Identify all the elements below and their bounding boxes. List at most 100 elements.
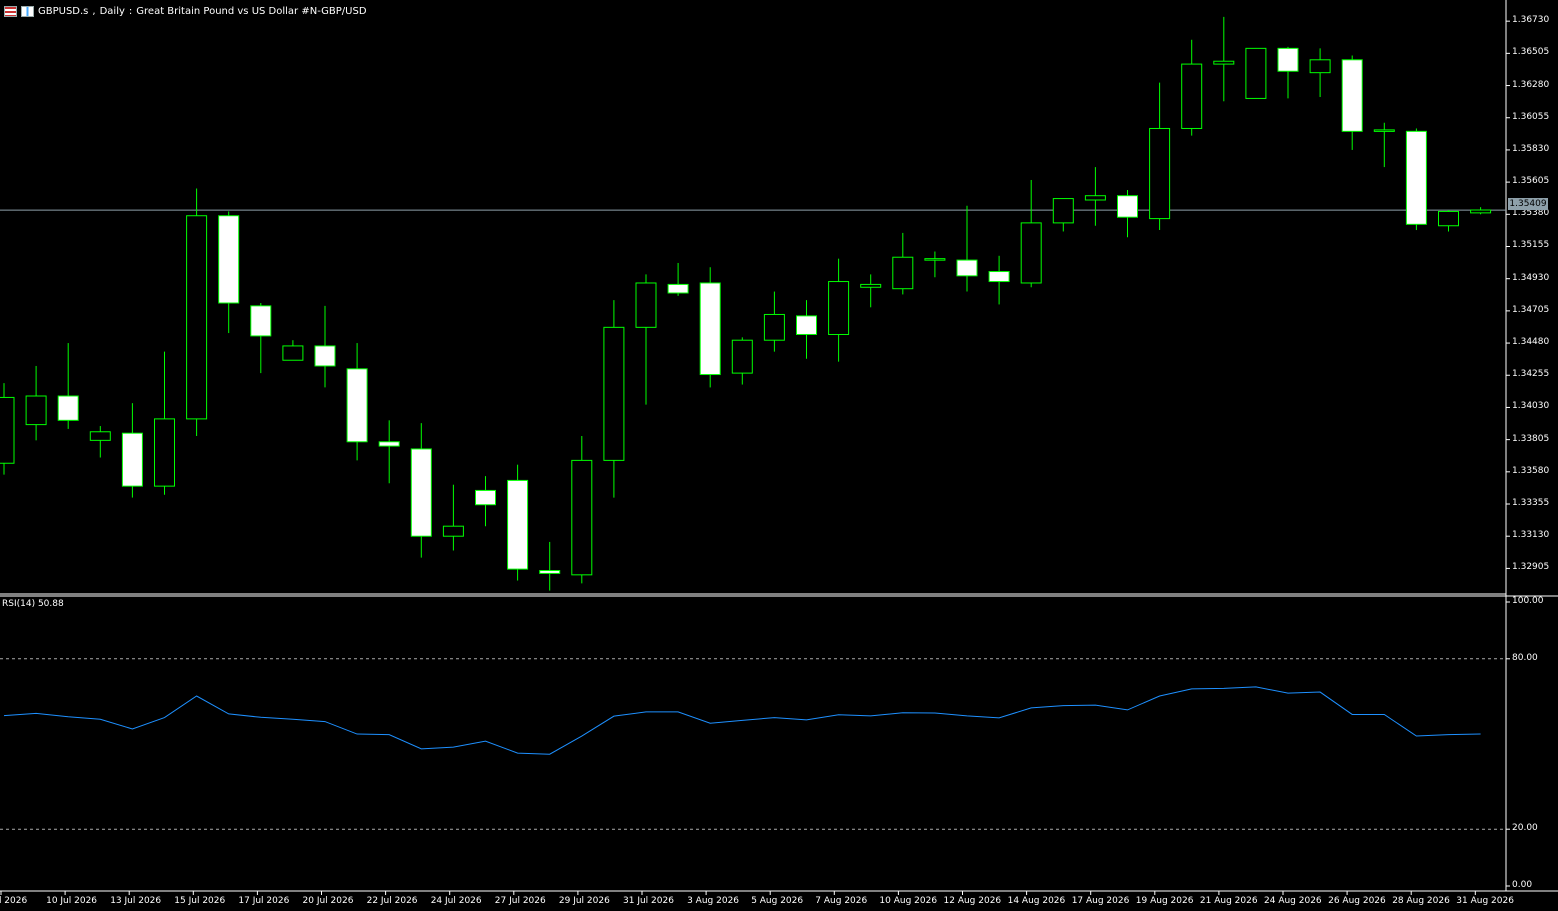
bear-candle xyxy=(988,271,1010,283)
date-tick-label: 10 Aug 2026 xyxy=(879,896,938,906)
menu-icon[interactable] xyxy=(4,5,17,17)
bull-candle xyxy=(1052,198,1074,224)
date-tick-label: 26 Aug 2026 xyxy=(1328,896,1386,906)
bull-candle xyxy=(282,345,304,361)
rsi-tick-label: 100.00 xyxy=(1512,596,1544,606)
bull-candle xyxy=(1149,127,1171,220)
rsi-tick-label: 80.00 xyxy=(1512,652,1538,663)
bear-candle xyxy=(1117,195,1138,218)
price-tick-label: 1.36505 xyxy=(1512,47,1550,58)
price-tick-label: 1.35830 xyxy=(1512,143,1550,154)
bear-candle xyxy=(314,345,336,367)
bear-candle xyxy=(1277,47,1299,72)
bear-candle xyxy=(507,479,529,570)
price-tick-label: 1.33580 xyxy=(1512,465,1550,476)
bull-candle xyxy=(154,418,175,487)
date-tick-label: 22 Jul 2026 xyxy=(366,896,418,906)
price-tick-label: 1.34930 xyxy=(1512,272,1550,283)
timeframe-label: Daily xyxy=(99,5,125,17)
bull-candle xyxy=(1438,210,1459,227)
bear-candle xyxy=(218,215,240,304)
bear-candle xyxy=(378,441,400,447)
bull-candle xyxy=(603,326,625,461)
date-tick-label: 7 Aug 2026 xyxy=(815,896,868,906)
bear-candle xyxy=(699,282,721,376)
price-tick-label: 1.33130 xyxy=(1512,530,1550,541)
date-tick-label: 19 Aug 2026 xyxy=(1135,896,1194,906)
date-tick-label: 14 Aug 2026 xyxy=(1007,896,1066,906)
date-tick-label: 3 Aug 2026 xyxy=(687,896,740,906)
bull-candle xyxy=(0,396,15,464)
price-tick-label: 1.34480 xyxy=(1512,337,1550,348)
price-tick-label: 1.33355 xyxy=(1512,498,1550,508)
price-tick-label: 1.35605 xyxy=(1512,176,1550,187)
date-tick-label: 27 Jul 2026 xyxy=(494,896,546,906)
bull-candle xyxy=(1309,59,1331,74)
bull-candle xyxy=(89,431,111,441)
bear-candle xyxy=(250,305,272,337)
date-tick-label: 8 Jul 2026 xyxy=(0,896,28,906)
rsi-indicator-label: RSI(14) 50.88 xyxy=(2,599,64,609)
bull-candle xyxy=(635,282,657,328)
rsi-tick-label: 20.00 xyxy=(1512,823,1538,834)
chart-title-bar: GBPUSD.s, Daily: Great Britain Pound vs … xyxy=(4,3,367,19)
price-tick-label: 1.36055 xyxy=(1512,111,1550,122)
bear-candle xyxy=(410,448,432,537)
date-tick-label: 15 Jul 2026 xyxy=(174,896,226,906)
bear-candle xyxy=(475,489,496,506)
price-tick-label: 1.33805 xyxy=(1512,433,1550,444)
bear-candle xyxy=(796,315,817,335)
date-tick-label: 5 Aug 2026 xyxy=(751,896,804,906)
date-tick-label: 31 Jul 2026 xyxy=(623,896,674,906)
bull-candle xyxy=(924,258,946,261)
bear-candle xyxy=(121,432,143,487)
bear-candle xyxy=(346,368,368,443)
date-tick-label: 13 Jul 2026 xyxy=(110,896,162,906)
bull-candle xyxy=(763,313,785,341)
symbol-description: Great Britain Pound vs US Dollar #N-GBP/… xyxy=(136,5,367,17)
date-tick-label: 12 Aug 2026 xyxy=(943,896,1002,906)
bull-candle xyxy=(442,525,464,537)
bull-candle xyxy=(571,459,593,576)
bull-candle xyxy=(892,256,914,290)
bull-candle xyxy=(1181,63,1203,129)
date-tick-label: 29 Jul 2026 xyxy=(558,896,610,906)
price-tick-label: 1.36730 xyxy=(1512,15,1550,26)
rsi-line xyxy=(3,686,1481,755)
date-tick-label: 17 Aug 2026 xyxy=(1071,896,1130,906)
price-tick-label: 1.34255 xyxy=(1512,369,1550,380)
date-tick-label: 10 Jul 2026 xyxy=(46,896,98,906)
date-tick-label: 24 Aug 2026 xyxy=(1264,896,1322,906)
chart-type-icon[interactable] xyxy=(21,5,34,17)
date-tick-label: 21 Aug 2026 xyxy=(1199,896,1258,906)
price-tick-label: 1.34030 xyxy=(1512,401,1550,412)
price-tick-label: 1.32905 xyxy=(1512,562,1550,573)
bear-candle xyxy=(57,395,79,421)
bull-candle xyxy=(1245,47,1267,99)
price-chart[interactable] xyxy=(0,0,1558,911)
bull-candle xyxy=(1470,209,1492,214)
price-tick-label: 1.35155 xyxy=(1512,240,1550,251)
rsi-tick-label: 0.00 xyxy=(1512,880,1533,890)
bull-candle xyxy=(860,283,882,288)
date-tick-label: 24 Jul 2026 xyxy=(430,896,482,906)
bull-candle xyxy=(1020,222,1042,284)
price-tick-label: 1.36280 xyxy=(1512,79,1550,90)
bear-candle xyxy=(667,283,689,294)
bear-candle xyxy=(1405,130,1427,225)
bull-candle xyxy=(731,339,753,374)
symbol-label: GBPUSD.s xyxy=(38,5,89,17)
bear-candle xyxy=(956,259,978,277)
date-tick-label: 28 Aug 2026 xyxy=(1392,896,1450,906)
date-tick-label: 17 Jul 2026 xyxy=(238,896,290,906)
bull-candle xyxy=(186,215,208,420)
bull-candle xyxy=(828,281,850,335)
date-tick-label: 20 Jul 2026 xyxy=(302,896,354,906)
bear-candle xyxy=(1341,59,1363,132)
date-tick-label: 31 Aug 2026 xyxy=(1456,896,1514,906)
bear-candle xyxy=(539,570,561,574)
price-tick-label: 1.34705 xyxy=(1512,304,1550,315)
bull-candle xyxy=(25,395,47,426)
current-price-tag: 1.35409 xyxy=(1508,198,1548,210)
bull-candle xyxy=(1213,60,1235,65)
